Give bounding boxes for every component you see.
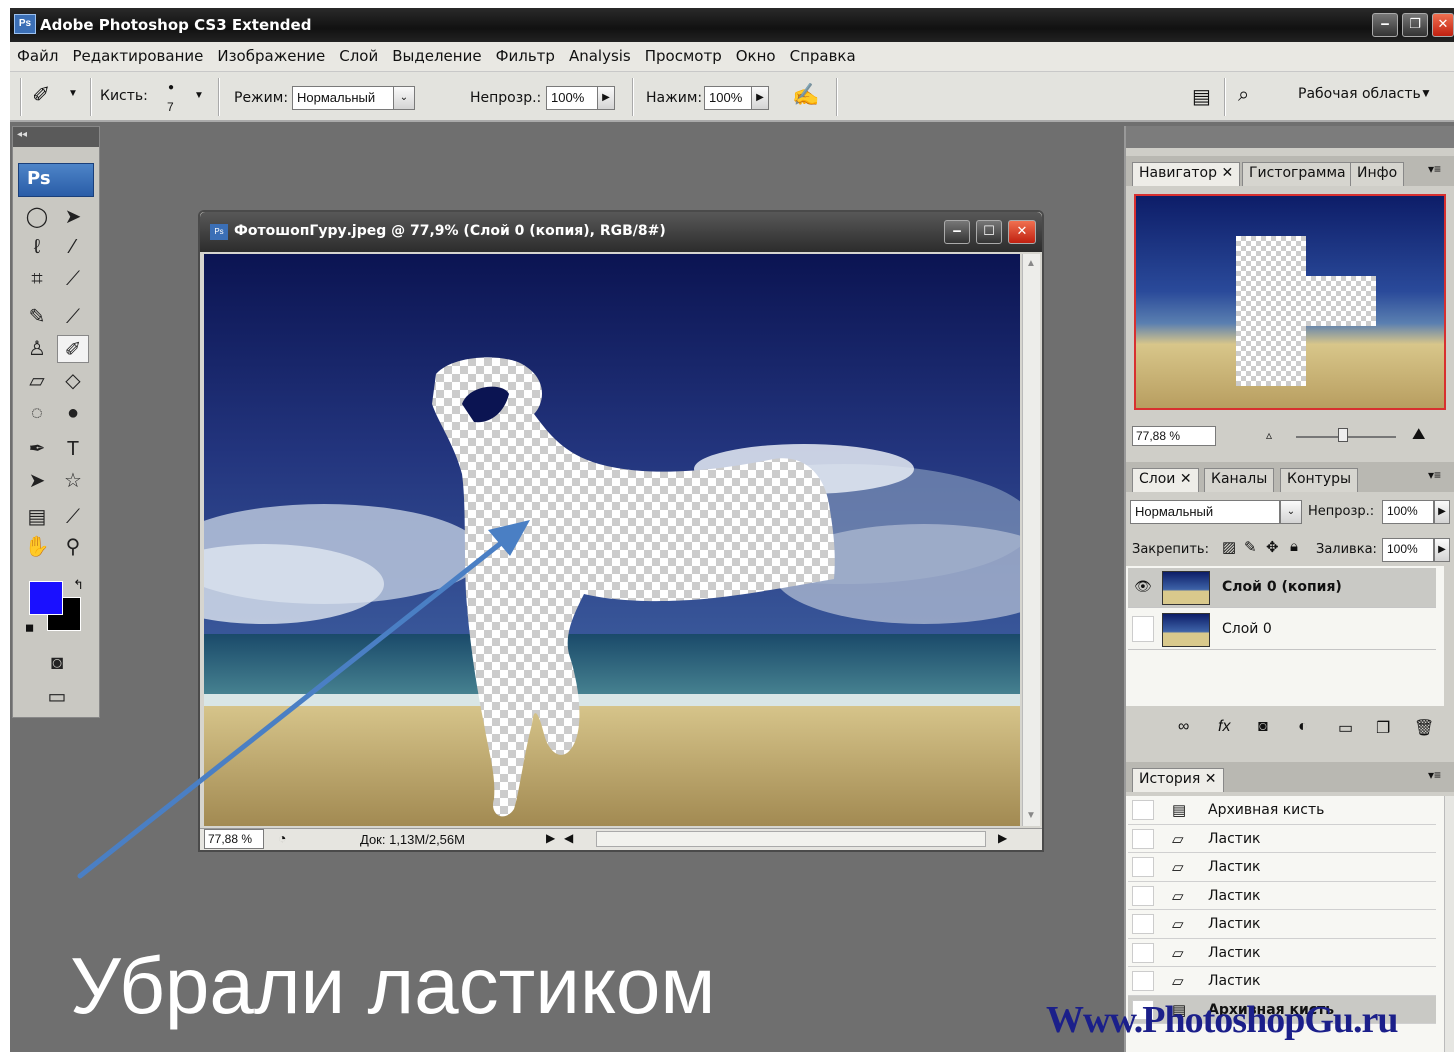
photoshop-app: Ps Adobe Photoshop CS3 Extended ‒ ❐ ✕ Фа… [10, 8, 1454, 1052]
annotation-arrow [77, 520, 530, 879]
caption-text: Убрали ластиком [70, 941, 716, 1030]
site-watermark: Www.PhotoshopGu.ru [1046, 999, 1399, 1041]
